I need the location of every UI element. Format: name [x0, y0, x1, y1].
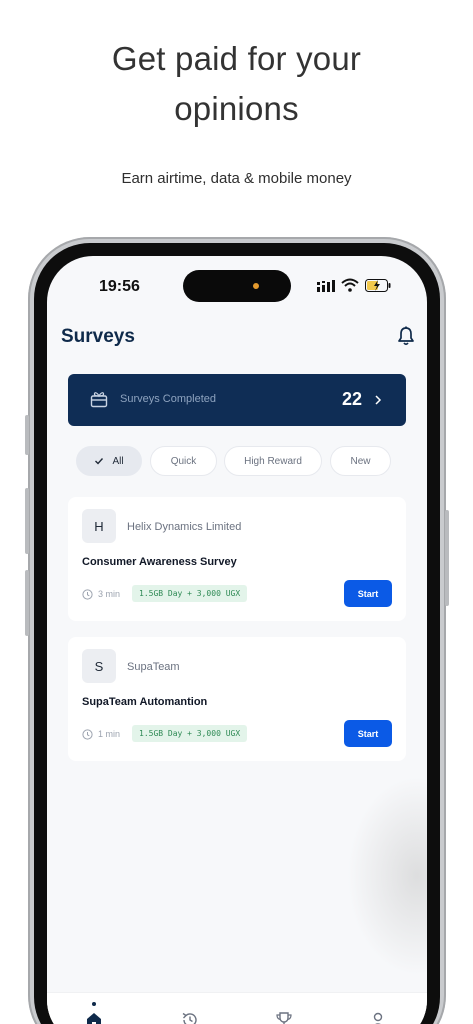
clock-icon — [82, 589, 93, 600]
background-shadow — [347, 776, 427, 976]
survey-duration: 1 min — [98, 729, 121, 739]
company-name: Helix Dynamics Limited — [127, 521, 242, 533]
trophy-icon[interactable] — [275, 1011, 293, 1024]
history-icon[interactable] — [181, 1011, 199, 1024]
start-survey-button[interactable]: Start — [344, 720, 392, 747]
phone-volume-up-button — [25, 488, 29, 554]
company-name: SupaTeam — [127, 661, 180, 673]
wifi-icon — [341, 278, 359, 292]
filter-chip-label: Quick — [170, 455, 197, 467]
surveys-completed-banner[interactable]: Surveys Completed 22 — [68, 374, 406, 426]
status-time: 19:56 — [99, 278, 140, 295]
company-avatar: H — [82, 509, 116, 543]
profile-icon[interactable] — [369, 1011, 387, 1024]
filter-chip-label: High Reward — [244, 455, 302, 467]
filter-chip-quick[interactable]: Quick — [150, 446, 217, 476]
signal-icon — [317, 280, 335, 292]
survey-card[interactable]: H Helix Dynamics Limited Consumer Awaren… — [68, 497, 406, 621]
gift-box-icon — [90, 392, 108, 408]
survey-title: Consumer Awareness Survey — [82, 556, 237, 568]
bottom-navigation — [47, 992, 427, 1024]
survey-duration: 3 min — [98, 589, 121, 599]
surveys-completed-label: Surveys Completed — [120, 393, 216, 405]
phone-power-button — [445, 510, 449, 606]
survey-title: SupaTeam Automantion — [82, 696, 208, 708]
phone-screen: 19:56 Surveys Surveys Completed 22 All Q… — [47, 256, 427, 1024]
promo-title: Get paid for your opinions — [0, 34, 473, 134]
bell-icon[interactable] — [397, 326, 415, 346]
company-avatar: S — [82, 649, 116, 683]
reward-badge: 1.5GB Day + 3,000 UGX — [132, 725, 248, 742]
clock-icon — [82, 729, 93, 740]
filter-chip-high-reward[interactable]: High Reward — [224, 446, 322, 476]
phone-mute-switch — [25, 415, 29, 455]
surveys-completed-count: 22 — [342, 389, 363, 409]
reward-badge: 1.5GB Day + 3,000 UGX — [132, 585, 248, 602]
page-title: Surveys — [61, 326, 135, 347]
camera-indicator-dot — [253, 283, 259, 289]
chevron-right-icon — [375, 395, 382, 405]
survey-card[interactable]: S SupaTeam SupaTeam Automantion 1 min 1.… — [68, 637, 406, 761]
check-icon — [95, 458, 104, 465]
promo-title-line-2: opinions — [174, 90, 299, 127]
filter-chip-new[interactable]: New — [330, 446, 391, 476]
promo-subtitle: Earn airtime, data & mobile money — [121, 170, 352, 187]
battery-charging-icon — [365, 279, 391, 292]
filter-chip-label: New — [350, 455, 371, 467]
start-survey-button[interactable]: Start — [344, 580, 392, 607]
active-tab-indicator — [92, 1002, 96, 1006]
home-icon[interactable] — [85, 1011, 103, 1024]
phone-volume-down-button — [25, 570, 29, 636]
filter-chip-all[interactable]: All — [76, 446, 142, 476]
dynamic-island — [183, 270, 291, 302]
filter-chip-label: All — [112, 455, 124, 467]
promo-title-line-1: Get paid for your — [111, 40, 362, 77]
